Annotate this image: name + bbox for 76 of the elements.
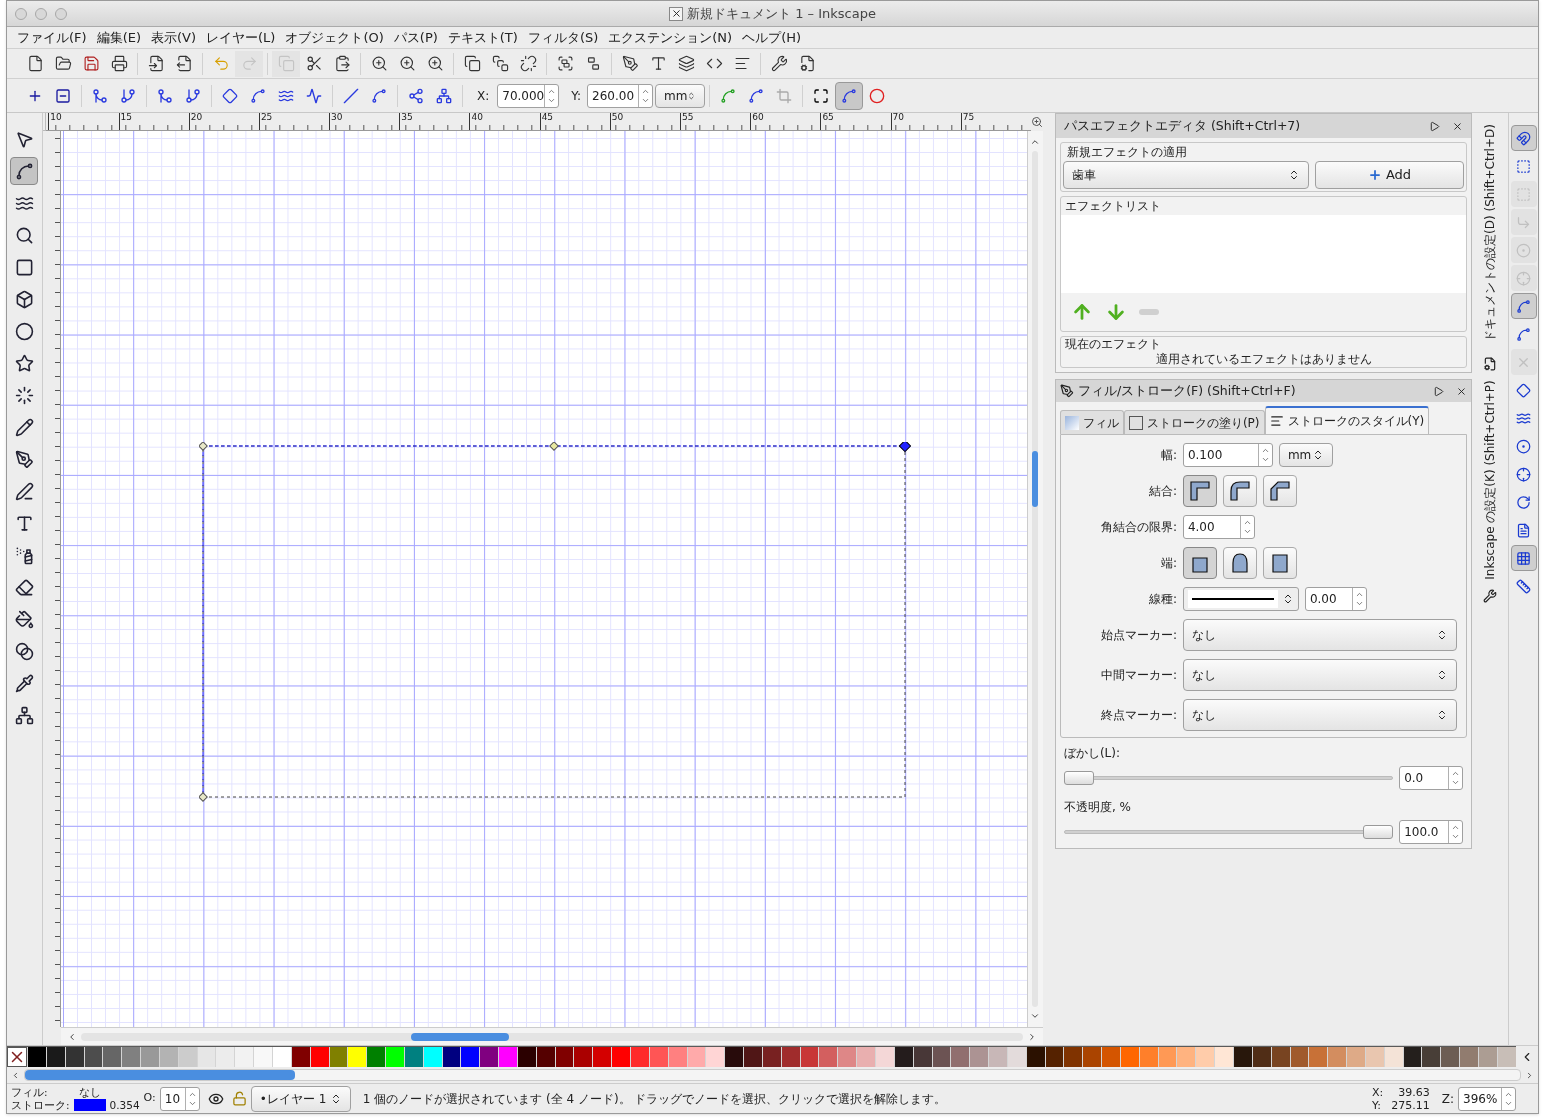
opacity-label: O: bbox=[143, 1090, 156, 1107]
width-label: 幅: bbox=[1159, 447, 1177, 464]
ruler-label: 40 bbox=[470, 113, 484, 122]
add-button[interactable]: Add bbox=[1314, 161, 1465, 189]
dash-label: 線種: bbox=[1147, 591, 1177, 608]
ruler-label: 75 bbox=[961, 113, 976, 122]
panel-title: フィル/ストローク(F) (Shift+Ctrl+F) bbox=[1077, 381, 1297, 400]
menu-item[interactable]: テキスト(T) bbox=[443, 27, 522, 48]
menu-item[interactable]: ファイル(F) bbox=[13, 27, 91, 48]
side-tab[interactable]: Inkscape の設定(K) (Shift+Ctrl+P) bbox=[1484, 380, 1497, 580]
join-label: 結合: bbox=[1147, 483, 1177, 500]
ruler-label: 10 bbox=[49, 113, 63, 122]
effect-select[interactable]: 歯車 bbox=[1062, 161, 1309, 189]
menu-item[interactable]: ヘルプ(H) bbox=[738, 27, 806, 48]
ruler-label: 60 bbox=[751, 113, 765, 122]
tab[interactable]: ストロークのスタイル(Y) bbox=[1264, 406, 1430, 434]
ruler-label: 45 bbox=[540, 113, 555, 122]
tab[interactable]: ストロークの塗り(P) bbox=[1123, 410, 1265, 434]
x-coordinate-field[interactable]: 70.000 bbox=[497, 83, 560, 108]
panel-title: パスエフェクトエディタ (Shift+Ctrl+7) bbox=[1063, 116, 1302, 135]
group-label: 現在のエフェクト bbox=[1063, 337, 1162, 352]
ruler-label: 55 bbox=[681, 113, 695, 122]
dash-offset-field[interactable]: 0.00 bbox=[1304, 587, 1367, 611]
y-label: Y: bbox=[1372, 1098, 1382, 1112]
menu-item[interactable]: レイヤー(L) bbox=[202, 27, 280, 48]
opacity-label: 不透明度, % bbox=[1063, 799, 1132, 816]
status-message: 1 個のノードが選択されています (全 4 ノード)。 ドラッグでノードを選択、クリックで選択を解除します。 bbox=[362, 1090, 948, 1108]
cap-label: 端: bbox=[1159, 555, 1177, 572]
fill-value: なし bbox=[77, 1085, 102, 1099]
unit-select[interactable]: mm bbox=[1278, 443, 1333, 467]
marker-label: 始点マーカー: bbox=[1099, 627, 1177, 644]
zoom-label: Z: bbox=[1441, 1090, 1454, 1108]
marker-label: 中間マーカー: bbox=[1099, 667, 1177, 684]
opacity-field[interactable]: 10 bbox=[159, 1086, 200, 1111]
marker-select[interactable]: なし bbox=[1182, 619, 1457, 651]
menu-item[interactable]: 表示(V) bbox=[147, 27, 201, 48]
y-coordinate-field[interactable]: 260.00 bbox=[587, 83, 654, 108]
fill-label: フィル: bbox=[11, 1085, 49, 1099]
marker-label: 終点マーカー: bbox=[1099, 707, 1177, 724]
x-label: X: bbox=[1372, 1085, 1384, 1099]
window-title: 新規ドキュメント 1 – Inkscape bbox=[687, 4, 876, 23]
miter-limit-field[interactable]: 4.00 bbox=[1182, 515, 1255, 539]
blur-label: ぼかし(L): bbox=[1063, 745, 1121, 762]
ruler-label: 15 bbox=[119, 113, 133, 122]
current-effect-text: 適用されているエフェクトはありません bbox=[1154, 352, 1373, 367]
menu-item[interactable]: オブジェクト(O) bbox=[281, 27, 388, 48]
unit-select[interactable]: mm bbox=[655, 83, 706, 108]
menu-item[interactable]: フィルタ(S) bbox=[523, 27, 603, 48]
blur-field[interactable]: 0.0 bbox=[1399, 766, 1464, 790]
ruler-label: 20 bbox=[189, 113, 204, 122]
ruler-label: 70 bbox=[891, 113, 905, 122]
cursor-y: 275.11 bbox=[1391, 1098, 1430, 1112]
cursor-x: 39.63 bbox=[1397, 1085, 1430, 1099]
stroke-width: 0.354 bbox=[109, 1098, 140, 1112]
width-field[interactable]: 0.100 bbox=[1182, 443, 1273, 467]
menu-item[interactable]: パス(P) bbox=[389, 27, 442, 48]
menu-item[interactable]: エクステンション(N) bbox=[604, 27, 737, 48]
marker-select[interactable]: なし bbox=[1182, 699, 1457, 731]
side-tab[interactable]: ドキュメントの設定(D) (Shift+Ctrl+D) bbox=[1484, 124, 1497, 342]
menu-item[interactable]: 編集(E) bbox=[92, 27, 145, 48]
ruler-label: 35 bbox=[400, 113, 414, 122]
ruler-label: 30 bbox=[330, 113, 344, 122]
x-label: X: bbox=[477, 87, 490, 105]
opacity-field[interactable]: 100.0 bbox=[1399, 820, 1464, 844]
group-label: エフェクトリスト bbox=[1063, 198, 1162, 215]
group-label: 新規エフェクトの適用 bbox=[1065, 144, 1188, 161]
ruler-label: 50 bbox=[610, 113, 625, 122]
y-label: Y: bbox=[571, 87, 582, 105]
stroke-label: ストローク: bbox=[11, 1098, 70, 1112]
zoom-field[interactable]: 396% bbox=[1458, 1086, 1516, 1111]
marker-select[interactable]: なし bbox=[1182, 659, 1457, 691]
layer-select[interactable]: •レイヤー 1 bbox=[250, 1085, 351, 1112]
ruler-label: 25 bbox=[259, 113, 274, 122]
tab[interactable]: フィル bbox=[1059, 410, 1124, 434]
ruler-label: 65 bbox=[821, 113, 835, 122]
miter-limit-label: 角結合の限界: bbox=[1099, 519, 1177, 536]
